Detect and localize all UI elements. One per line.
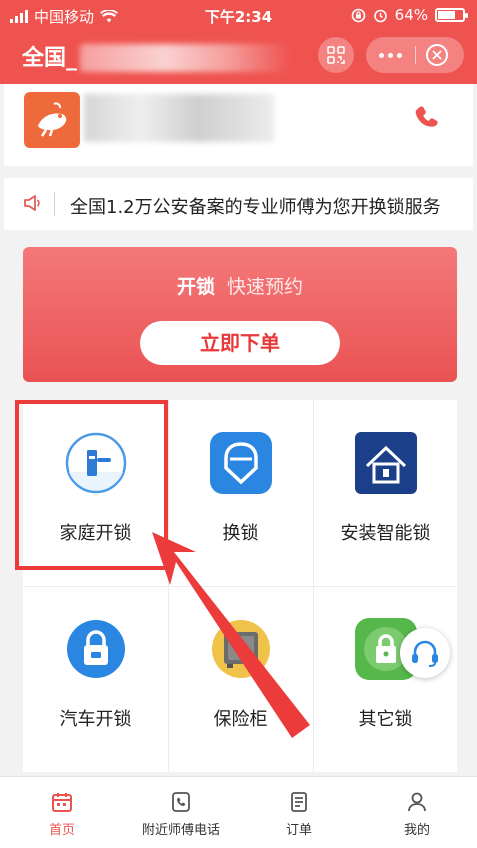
- nav-home[interactable]: 首页: [2, 791, 122, 838]
- nav-label: 首页: [48, 823, 75, 838]
- bottom-nav: 首页 附近师傅电话 订单 我的: [0, 776, 477, 848]
- headset-icon: [412, 640, 438, 667]
- nav-label: 我的: [403, 823, 430, 838]
- annotation-arrow: [152, 532, 310, 738]
- nav-nearby-phone[interactable]: 附近师傅电话: [121, 791, 241, 838]
- nav-orders[interactable]: 订单: [239, 791, 359, 838]
- nav-mine[interactable]: 我的: [357, 791, 477, 838]
- user-icon: [408, 792, 426, 812]
- customer-service-button[interactable]: [400, 628, 450, 678]
- phone-icon: [172, 792, 190, 812]
- order-icon: [291, 792, 307, 812]
- calendar-home-icon: [52, 793, 72, 812]
- nav-label: 附近师傅电话: [141, 823, 220, 838]
- nav-label: 订单: [285, 823, 312, 838]
